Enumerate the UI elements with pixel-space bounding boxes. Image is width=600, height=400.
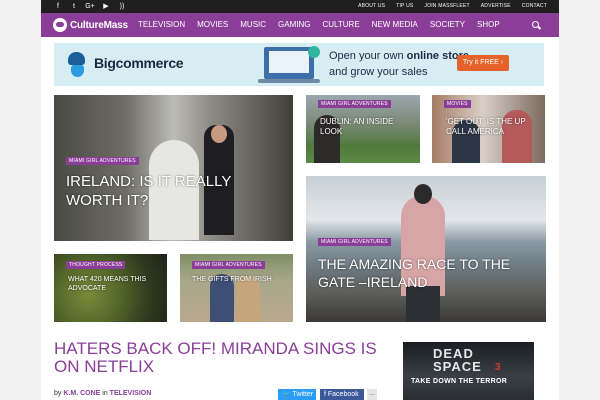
ad-subline: and grow your sales xyxy=(329,66,428,78)
share-facebook-button[interactable]: f Facebook xyxy=(320,389,364,400)
logo-icon xyxy=(53,18,67,32)
tile-title[interactable]: WHAT 420 MEANS THIS ADVOCATE xyxy=(68,276,160,294)
nav-item-new-media[interactable]: NEW MEDIA xyxy=(372,13,418,37)
top-bar: f t G+ ▶ )) ABOUT US TIP US JOIN MASSFLE… xyxy=(41,0,559,13)
feature-tile-gifts[interactable]: MIAMI GIRL ADVENTURES THE GIFTS FROM IRI… xyxy=(180,254,293,322)
tip-us-link[interactable]: TIP US xyxy=(396,0,413,13)
author-link[interactable]: K.M. CONE xyxy=(63,390,100,397)
ad-headline: Open your own online store xyxy=(329,50,469,62)
social-links: f t G+ ▶ )) xyxy=(53,1,127,12)
feature-tile-420[interactable]: THOUGHT PROCESS WHAT 420 MEANS THIS ADVO… xyxy=(54,254,167,322)
bigcommerce-ad-banner[interactable]: Bigcommerce Open your own online store a… xyxy=(54,43,544,86)
logo-text: CultureMass xyxy=(70,19,128,31)
advertise-link[interactable]: ADVERTISE xyxy=(481,0,511,13)
category-badge[interactable]: MOVIES xyxy=(444,100,471,108)
ad-brand: Bigcommerce xyxy=(94,55,184,71)
category-badge[interactable]: THOUGHT PROCESS xyxy=(66,261,126,269)
tile-title[interactable]: IRELAND: IS IT REALLY WORTH IT? xyxy=(66,173,236,211)
nav-item-shop[interactable]: SHOP xyxy=(477,13,500,37)
category-link[interactable]: TELEVISION xyxy=(110,390,152,397)
share-more-button[interactable]: ... xyxy=(367,389,377,400)
join-massfleet-link[interactable]: JOIN MASSFLEET xyxy=(424,0,469,13)
tile-title[interactable]: THE GIFTS FROM IRISH xyxy=(192,276,282,285)
article-title[interactable]: HATERS BACK OFF! MIRANDA SINGS IS ON NET… xyxy=(54,340,384,376)
feature-tile-get-out[interactable]: MOVIES 'GET OUT' IS THE UP CALL AMERICA xyxy=(432,95,545,163)
contact-link[interactable]: CONTACT xyxy=(522,0,547,13)
ad-tagline: TAKE DOWN THE TERROR xyxy=(411,378,508,385)
store-badge-icon xyxy=(308,46,320,58)
nav-menu: TELEVISION MOVIES MUSIC GAMING CULTURE N… xyxy=(138,13,500,37)
googleplus-icon[interactable]: G+ xyxy=(85,1,95,12)
category-badge[interactable]: MIAMI GIRL ADVENTURES xyxy=(318,238,391,246)
category-badge[interactable]: MIAMI GIRL ADVENTURES xyxy=(318,100,391,108)
category-badge[interactable]: MIAMI GIRL ADVENTURES xyxy=(66,157,139,165)
tile-title[interactable]: THE AMAZING RACE TO THE GATE –IRELAND xyxy=(318,256,538,291)
utility-links: ABOUT US TIP US JOIN MASSFLEET ADVERTISE… xyxy=(358,0,547,13)
nav-item-music[interactable]: MUSIC xyxy=(240,13,266,37)
nav-item-movies[interactable]: MOVIES xyxy=(197,13,228,37)
nav-item-society[interactable]: SOCIETY xyxy=(430,13,465,37)
dead-space-ad[interactable]: DEAD SPACE 3 TAKE DOWN THE TERROR xyxy=(403,342,534,400)
laptop-illustration-icon xyxy=(264,47,314,79)
youtube-icon[interactable]: ▶ xyxy=(101,1,111,12)
rss-icon[interactable]: )) xyxy=(117,1,127,12)
nav-item-culture[interactable]: CULTURE xyxy=(322,13,359,37)
main-nav: CultureMass TELEVISION MOVIES MUSIC GAMI… xyxy=(41,13,559,37)
try-free-button[interactable]: Try it FREE › xyxy=(457,55,509,71)
feature-tile-amazing-race[interactable]: MIAMI GIRL ADVENTURES THE AMAZING RACE T… xyxy=(306,176,546,322)
tile-title[interactable]: DUBLIN: AN INSIDE LOOK xyxy=(320,117,416,137)
about-us-link[interactable]: ABOUT US xyxy=(358,0,385,13)
site-logo[interactable]: CultureMass xyxy=(53,18,128,32)
search-icon[interactable] xyxy=(532,21,539,28)
ad-title-line2: SPACE xyxy=(433,359,482,374)
nav-item-gaming[interactable]: GAMING xyxy=(278,13,310,37)
category-badge[interactable]: MIAMI GIRL ADVENTURES xyxy=(192,261,265,269)
twitter-icon[interactable]: t xyxy=(69,1,79,12)
laptop-base xyxy=(258,79,320,83)
tile-title[interactable]: 'GET OUT' IS THE UP CALL AMERICA xyxy=(446,117,536,137)
feature-tile-dublin[interactable]: MIAMI GIRL ADVENTURES DUBLIN: AN INSIDE … xyxy=(306,95,420,163)
facebook-icon[interactable]: f xyxy=(53,1,63,12)
article-byline: by K.M. CONE in TELEVISION xyxy=(54,390,152,397)
share-twitter-button[interactable]: 🐦 Twitter xyxy=(278,389,316,400)
bigcommerce-logo-icon xyxy=(68,52,85,78)
nav-item-television[interactable]: TELEVISION xyxy=(138,13,185,37)
feature-tile-ireland[interactable]: MIAMI GIRL ADVENTURES IRELAND: IS IT REA… xyxy=(54,95,293,241)
ad-number: 3 xyxy=(495,362,501,373)
